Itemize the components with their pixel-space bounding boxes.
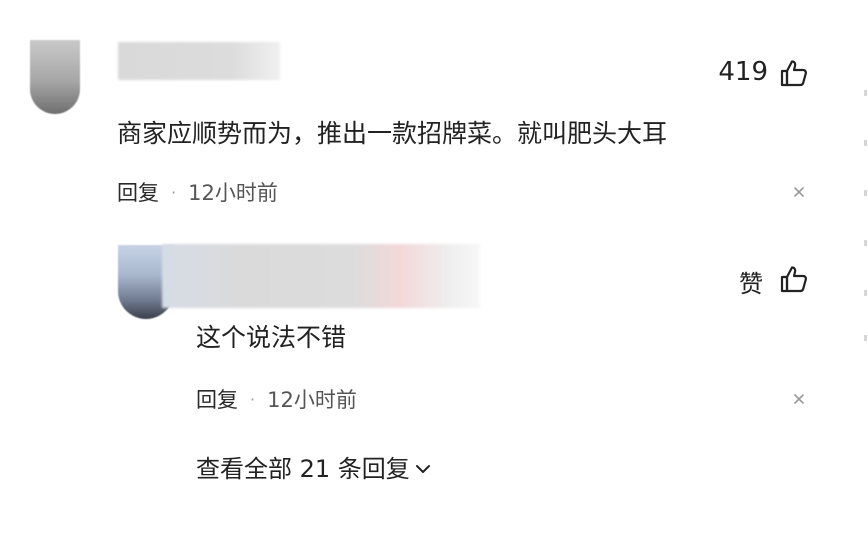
close-icon	[794, 394, 804, 404]
reply-button[interactable]: 回复	[117, 177, 159, 207]
meta-separator: ·	[250, 389, 256, 409]
scrollbar[interactable]	[862, 0, 868, 540]
username-blurred[interactable]	[118, 42, 280, 80]
meta-separator: ·	[171, 182, 177, 202]
comment-time: 12小时前	[188, 181, 278, 205]
reply-meta: 回复 · 12小时前	[196, 384, 357, 414]
avatar[interactable]	[30, 40, 80, 114]
thumbs-up-icon	[780, 60, 807, 87]
thumbs-up-icon	[780, 266, 807, 293]
reply-like-label: 赞	[739, 270, 763, 298]
view-all-replies-label: 查看全部 21 条回复	[196, 455, 410, 483]
like-count: 419	[718, 57, 768, 87]
reply-like-button[interactable]	[779, 264, 809, 298]
reply-text: 这个说法不错	[196, 323, 347, 352]
view-all-replies-button[interactable]: 查看全部 21 条回复	[196, 449, 432, 484]
reply-username-blurred[interactable]	[162, 244, 480, 308]
like-button[interactable]	[779, 58, 809, 92]
reply-time: 12小时前	[267, 388, 357, 412]
chevron-down-icon	[415, 464, 430, 473]
dismiss-button[interactable]	[791, 184, 807, 204]
comment-meta: 回复 · 12小时前	[117, 177, 278, 207]
close-icon	[794, 187, 804, 197]
comment-text: 商家应顺势而为，推出一款招牌菜。就叫肥头大耳	[117, 119, 668, 148]
reply-reply-button[interactable]: 回复	[196, 384, 238, 414]
reply-dismiss-button[interactable]	[791, 391, 807, 411]
